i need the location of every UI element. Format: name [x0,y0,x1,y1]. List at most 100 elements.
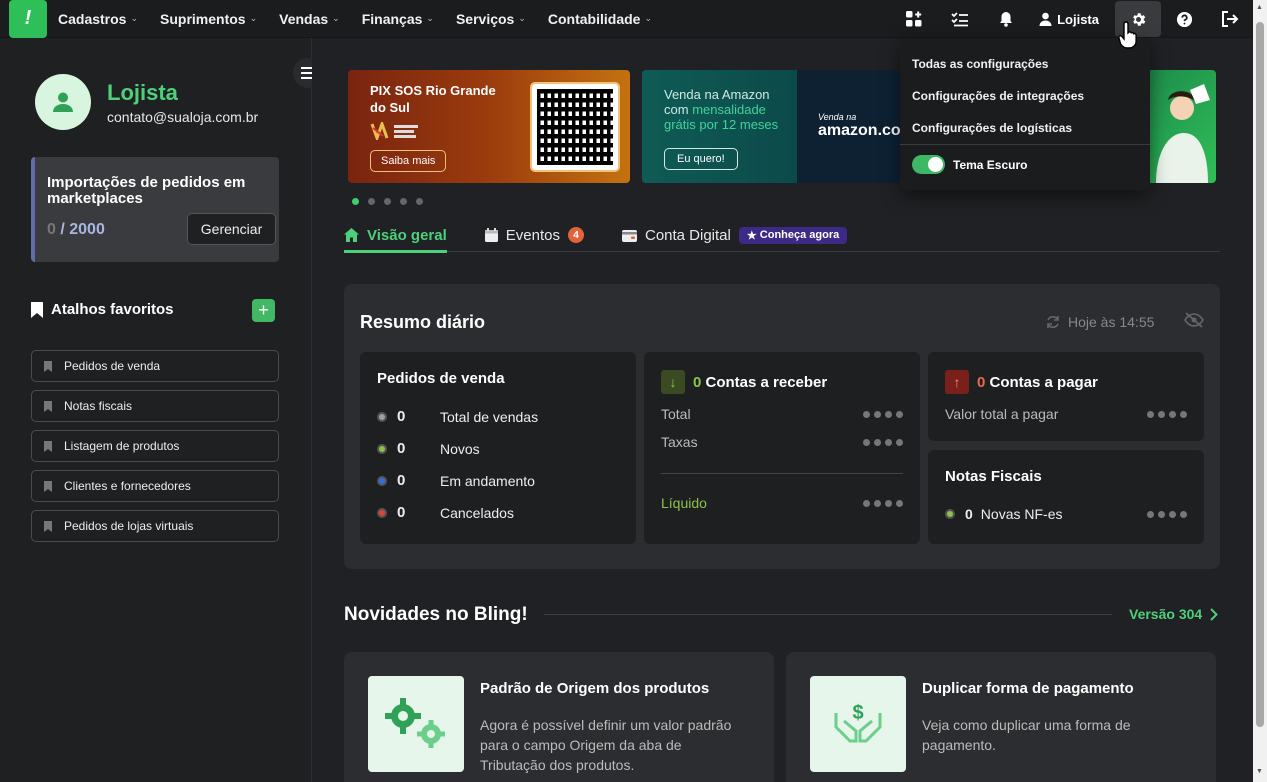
tasks-button[interactable] [937,0,983,38]
tab-label: Visão geral [367,226,447,244]
menu-item-logistics[interactable]: Configurações de logísticas [912,121,1072,135]
carousel-dot[interactable] [352,198,359,205]
bookmark-icon [44,520,52,532]
conheca-agora-badge[interactable]: ★ Conheça agora [738,226,848,244]
menu-label: Vendas [279,10,329,27]
invoices-card[interactable]: Notas Fiscais 0 Novas NF-es [928,450,1204,544]
user-icon [53,92,73,112]
events-count-badge: 4 [567,227,584,243]
import-limit: 2000 [69,221,105,238]
add-favorite-button[interactable]: + [252,299,275,322]
bookmark-icon [44,480,52,492]
menu-item-all-settings[interactable]: Todas as configurações [912,57,1048,71]
toggle-switch[interactable] [912,155,945,174]
menu-item-integrations[interactable]: Configurações de integrações [912,89,1084,103]
payables-total-row: Valor total a pagar [945,406,1187,422]
user-menu-button[interactable]: Lojista [1029,0,1115,38]
carousel-dot[interactable] [384,198,391,205]
news-card[interactable]: $ Duplicar forma de pagamento Veja como … [786,652,1216,782]
promo-banner-person[interactable] [1142,70,1216,183]
status-dot [377,507,387,518]
status-row-total: 0 Total de vendas [377,408,538,425]
tab-visao-geral[interactable]: Visão geral [344,218,447,253]
amazon-highlight-1: mensalidade [692,102,766,117]
receivables-card[interactable]: ↓ 0 Contas a receber Total Taxas Líquido [644,352,920,544]
payment-illustration: $ [810,676,906,772]
calendar-icon [484,228,498,242]
scrollbar-thumb[interactable] [1256,22,1264,727]
version-link[interactable]: Versão 304 [1129,606,1219,622]
avatar[interactable] [35,74,91,130]
hands-money-icon: $ [834,702,882,743]
tab-conta-digital[interactable]: Conta Digital ★ Conheça agora [621,218,848,252]
updated-label: Hoje às 14:55 [1068,314,1155,330]
daily-summary-panel: Resumo diário Hoje às 14:55 Pedidos de v… [344,284,1220,569]
help-icon [1176,11,1192,27]
arrow-down-icon: ↓ [661,370,685,394]
sales-orders-card[interactable]: Pedidos de venda 0 Total de vendas 0 Novos… [360,352,636,544]
menu-financas[interactable]: Finanças ⌄ [362,11,434,27]
favorite-item[interactable]: Pedidos de lojas virtuais [31,510,279,542]
receivables-fees-row: Taxas [661,434,903,450]
carousel-dot[interactable] [368,198,375,205]
refresh-timestamp[interactable]: Hoje às 14:55 [1046,314,1154,330]
invoices-new-label: 0 Novas NF-es [945,506,1062,522]
favorite-label: Listagem de produtos [64,439,180,453]
menu-suprimentos[interactable]: Suprimentos ⌄ [160,11,257,27]
settings-dropdown: Todas as configurações Configurações de … [900,38,1150,190]
amazon-banner[interactable]: Venda na Amazon com mensalidade grátis p… [642,70,900,183]
eu-quero-button[interactable]: Eu quero! [664,148,738,170]
user-name: Lojista [1057,11,1099,27]
news-text: Veja como duplicar uma forma de pagament… [922,717,1131,753]
receivables-net-row: Líquido [661,495,903,511]
tab-label: Conta Digital [644,226,731,244]
favorite-item[interactable]: Listagem de produtos [31,430,279,462]
svg-text:$: $ [852,702,863,724]
arrow-up-icon: ↑ [945,370,969,394]
menu-contabilidade[interactable]: Contabilidade ⌄ [548,11,652,27]
wallet-icon [621,229,637,242]
receivables-count: 0 [693,373,702,391]
news-heading: Novidades no Bling! [344,604,528,625]
payables-card[interactable]: ↑ 0 Contas a pagar Valor total a pagar [928,352,1204,441]
row-label: Novas NF-es [980,506,1063,522]
bling-logo[interactable]: ! [9,0,47,38]
invoices-title: Notas Fiscais [945,468,1042,485]
carousel-dot[interactable] [416,198,423,205]
menu-vendas[interactable]: Vendas ⌄ [279,11,340,27]
status-value: 0 [397,472,406,489]
status-value: 0 [397,440,406,457]
menu-label: Suprimentos [160,10,246,27]
hide-values-button[interactable] [1184,312,1204,333]
refresh-icon [1047,316,1059,328]
row-label: Líquido [661,495,707,511]
tab-eventos[interactable]: Eventos 4 [484,218,584,252]
version-label: Versão 304 [1129,606,1203,622]
favorites-title: Atalhos favoritos [51,301,174,318]
favorite-item[interactable]: Notas fiscais [31,390,279,422]
page-scrollbar[interactable]: ▲ ▼ [1253,0,1267,782]
apps-button[interactable] [891,0,937,38]
help-button[interactable] [1161,0,1207,38]
carousel-dot[interactable] [400,198,407,205]
scroll-down-icon[interactable]: ▼ [1256,768,1263,775]
rs-flag-logo [370,122,418,140]
menu-cadastros[interactable]: Cadastros ⌄ [58,11,138,27]
favorite-item[interactable]: Pedidos de venda [31,350,279,382]
status-value: 0 [397,504,406,521]
hidden-value [1143,506,1187,522]
saiba-mais-button[interactable]: Saiba mais [370,150,447,172]
manage-button[interactable]: Gerenciar [187,213,276,245]
menu-servicos[interactable]: Serviços ⌄ [456,11,526,27]
favorite-item[interactable]: Clientes e fornecedores [31,470,279,502]
news-card[interactable]: Padrão de Origem dos produtos Agora é po… [344,652,774,782]
chevron-down-icon: ⌄ [644,13,652,23]
dark-theme-toggle[interactable]: Tema Escuro [912,155,1027,174]
scroll-up-icon[interactable]: ▲ [1256,4,1263,11]
pix-sos-banner[interactable]: PIX SOS Rio Grande do Sul Saiba mais [348,70,630,183]
logout-button[interactable] [1207,0,1253,38]
menu-label: Cadastros [58,10,127,27]
notifications-button[interactable] [983,0,1029,38]
badge-label: Conheça agora [759,229,840,241]
toggle-label: Tema Escuro [953,157,1028,172]
